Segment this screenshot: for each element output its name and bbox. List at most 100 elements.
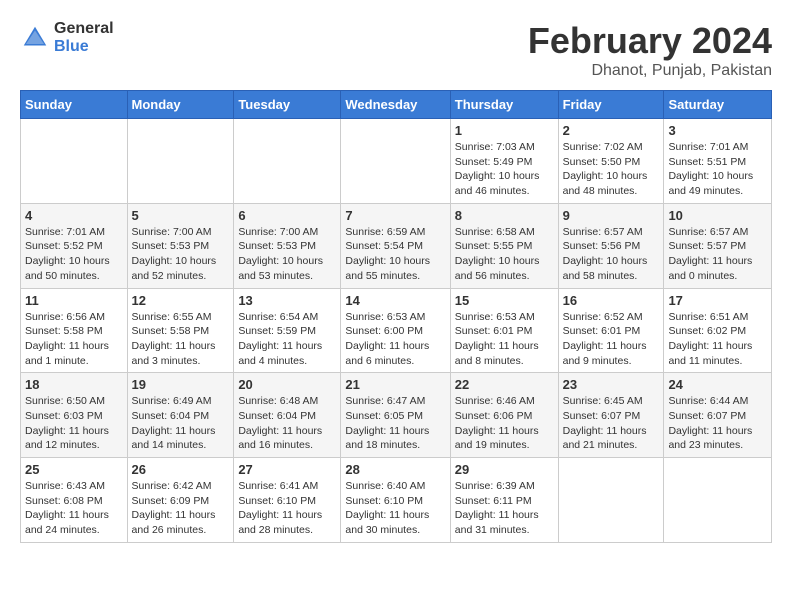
page-header: General Blue February 2024 Dhanot, Punja… [20, 20, 772, 80]
page-subtitle: Dhanot, Punjab, Pakistan [528, 62, 772, 80]
weekday-header-row: SundayMondayTuesdayWednesdayThursdayFrid… [21, 91, 772, 119]
day-info: Sunrise: 6:56 AMSunset: 5:58 PMDaylight:… [25, 310, 123, 369]
day-info: Sunrise: 7:03 AMSunset: 5:49 PMDaylight:… [455, 140, 554, 199]
day-info: Sunrise: 6:46 AMSunset: 6:06 PMDaylight:… [455, 394, 554, 453]
calendar-cell: 26 Sunrise: 6:42 AMSunset: 6:09 PMDayligh… [127, 458, 234, 543]
day-number: 8 [455, 208, 554, 223]
day-info: Sunrise: 6:47 AMSunset: 6:05 PMDaylight:… [345, 394, 445, 453]
day-info: Sunrise: 6:55 AMSunset: 5:58 PMDaylight:… [132, 310, 230, 369]
day-info: Sunrise: 6:54 AMSunset: 5:59 PMDaylight:… [238, 310, 336, 369]
calendar-cell [21, 119, 128, 204]
day-number: 20 [238, 377, 336, 392]
day-number: 2 [563, 123, 660, 138]
day-info: Sunrise: 7:01 AMSunset: 5:52 PMDaylight:… [25, 225, 123, 284]
day-info: Sunrise: 6:53 AMSunset: 6:01 PMDaylight:… [455, 310, 554, 369]
day-number: 24 [668, 377, 767, 392]
logo-blue-text: Blue [54, 38, 114, 56]
calendar-cell: 6Sunrise: 7:00 AMSunset: 5:53 PMDaylight… [234, 203, 341, 288]
day-number: 14 [345, 293, 445, 308]
calendar-week-row: 18 Sunrise: 6:50 AMSunset: 6:03 PMDayligh… [21, 373, 772, 458]
day-number: 5 [132, 208, 230, 223]
day-number: 17 [668, 293, 767, 308]
weekday-header: Wednesday [341, 91, 450, 119]
calendar-cell: 8 Sunrise: 6:58 AMSunset: 5:55 PMDaylight… [450, 203, 558, 288]
calendar-cell: 22 Sunrise: 6:46 AMSunset: 6:06 PMDayligh… [450, 373, 558, 458]
calendar-cell [664, 458, 772, 543]
weekday-header: Sunday [21, 91, 128, 119]
day-number: 4 [25, 208, 123, 223]
day-number: 29 [455, 462, 554, 477]
day-info: Sunrise: 6:53 AMSunset: 6:00 PMDaylight:… [345, 310, 445, 369]
day-info: Sunrise: 6:49 AMSunset: 6:04 PMDaylight:… [132, 394, 230, 453]
calendar-cell: 10Sunrise: 6:57 AMSunset: 5:57 PMDayligh… [664, 203, 772, 288]
day-number: 19 [132, 377, 230, 392]
calendar-cell [341, 119, 450, 204]
calendar-cell: 3 Sunrise: 7:01 AMSunset: 5:51 PMDaylight… [664, 119, 772, 204]
day-number: 18 [25, 377, 123, 392]
calendar-cell: 14 Sunrise: 6:53 AMSunset: 6:00 PMDayligh… [341, 288, 450, 373]
day-info: Sunrise: 6:45 AMSunset: 6:07 PMDaylight:… [563, 394, 660, 453]
logo-text: General Blue [54, 20, 114, 55]
day-number: 15 [455, 293, 554, 308]
day-number: 22 [455, 377, 554, 392]
calendar-cell: 9 Sunrise: 6:57 AMSunset: 5:56 PMDaylight… [558, 203, 664, 288]
day-info: Sunrise: 6:41 AMSunset: 6:10 PMDaylight:… [238, 479, 336, 538]
day-number: 7 [345, 208, 445, 223]
day-info: Sunrise: 7:00 AMSunset: 5:53 PMDaylight:… [132, 225, 230, 284]
day-info: Sunrise: 7:01 AMSunset: 5:51 PMDaylight:… [668, 140, 767, 199]
day-number: 25 [25, 462, 123, 477]
calendar-cell: 17 Sunrise: 6:51 AMSunset: 6:02 PMDayligh… [664, 288, 772, 373]
title-section: February 2024 Dhanot, Punjab, Pakistan [528, 20, 772, 80]
calendar-cell: 20Sunrise: 6:48 AMSunset: 6:04 PMDayligh… [234, 373, 341, 458]
day-number: 23 [563, 377, 660, 392]
day-info: Sunrise: 6:40 AMSunset: 6:10 PMDaylight:… [345, 479, 445, 538]
calendar-week-row: 1 Sunrise: 7:03 AMSunset: 5:49 PMDaylight… [21, 119, 772, 204]
day-info: Sunrise: 6:39 AMSunset: 6:11 PMDaylight:… [455, 479, 554, 538]
day-number: 26 [132, 462, 230, 477]
day-number: 3 [668, 123, 767, 138]
day-info: Sunrise: 6:59 AMSunset: 5:54 PMDaylight:… [345, 225, 445, 284]
logo-general-text: General [54, 20, 114, 38]
day-info: Sunrise: 7:02 AMSunset: 5:50 PMDaylight:… [563, 140, 660, 199]
calendar-cell: 4 Sunrise: 7:01 AMSunset: 5:52 PMDaylight… [21, 203, 128, 288]
calendar-week-row: 11Sunrise: 6:56 AMSunset: 5:58 PMDayligh… [21, 288, 772, 373]
day-info: Sunrise: 6:43 AMSunset: 6:08 PMDaylight:… [25, 479, 123, 538]
calendar-cell: 21Sunrise: 6:47 AMSunset: 6:05 PMDayligh… [341, 373, 450, 458]
day-number: 27 [238, 462, 336, 477]
calendar-cell [127, 119, 234, 204]
logo-icon [20, 23, 50, 53]
day-info: Sunrise: 6:44 AMSunset: 6:07 PMDaylight:… [668, 394, 767, 453]
day-number: 28 [345, 462, 445, 477]
calendar-cell: 12Sunrise: 6:55 AMSunset: 5:58 PMDayligh… [127, 288, 234, 373]
calendar-cell: 15 Sunrise: 6:53 AMSunset: 6:01 PMDayligh… [450, 288, 558, 373]
calendar-week-row: 25 Sunrise: 6:43 AMSunset: 6:08 PMDayligh… [21, 458, 772, 543]
day-number: 16 [563, 293, 660, 308]
calendar-cell: 5 Sunrise: 7:00 AMSunset: 5:53 PMDaylight… [127, 203, 234, 288]
calendar-cell: 28 Sunrise: 6:40 AMSunset: 6:10 PMDayligh… [341, 458, 450, 543]
weekday-header: Friday [558, 91, 664, 119]
day-info: Sunrise: 6:51 AMSunset: 6:02 PMDaylight:… [668, 310, 767, 369]
logo: General Blue [20, 20, 114, 55]
day-info: Sunrise: 6:58 AMSunset: 5:55 PMDaylight:… [455, 225, 554, 284]
day-info: Sunrise: 6:50 AMSunset: 6:03 PMDaylight:… [25, 394, 123, 453]
calendar-cell: 2 Sunrise: 7:02 AMSunset: 5:50 PMDaylight… [558, 119, 664, 204]
day-number: 6 [238, 208, 336, 223]
day-info: Sunrise: 6:57 AMSunset: 5:57 PMDaylight:… [668, 225, 767, 284]
calendar-cell: 13Sunrise: 6:54 AMSunset: 5:59 PMDayligh… [234, 288, 341, 373]
day-info: Sunrise: 6:52 AMSunset: 6:01 PMDaylight:… [563, 310, 660, 369]
calendar-cell: 29 Sunrise: 6:39 AMSunset: 6:11 PMDayligh… [450, 458, 558, 543]
calendar-cell: 1 Sunrise: 7:03 AMSunset: 5:49 PMDaylight… [450, 119, 558, 204]
calendar-cell [234, 119, 341, 204]
calendar-cell [558, 458, 664, 543]
page-title: February 2024 [528, 20, 772, 62]
day-info: Sunrise: 6:42 AMSunset: 6:09 PMDaylight:… [132, 479, 230, 538]
weekday-header: Tuesday [234, 91, 341, 119]
calendar-cell: 18 Sunrise: 6:50 AMSunset: 6:03 PMDayligh… [21, 373, 128, 458]
calendar-cell: 19 Sunrise: 6:49 AMSunset: 6:04 PMDayligh… [127, 373, 234, 458]
day-info: Sunrise: 6:57 AMSunset: 5:56 PMDaylight:… [563, 225, 660, 284]
day-number: 1 [455, 123, 554, 138]
calendar-week-row: 4 Sunrise: 7:01 AMSunset: 5:52 PMDaylight… [21, 203, 772, 288]
calendar-cell: 23 Sunrise: 6:45 AMSunset: 6:07 PMDayligh… [558, 373, 664, 458]
day-number: 9 [563, 208, 660, 223]
weekday-header: Saturday [664, 91, 772, 119]
